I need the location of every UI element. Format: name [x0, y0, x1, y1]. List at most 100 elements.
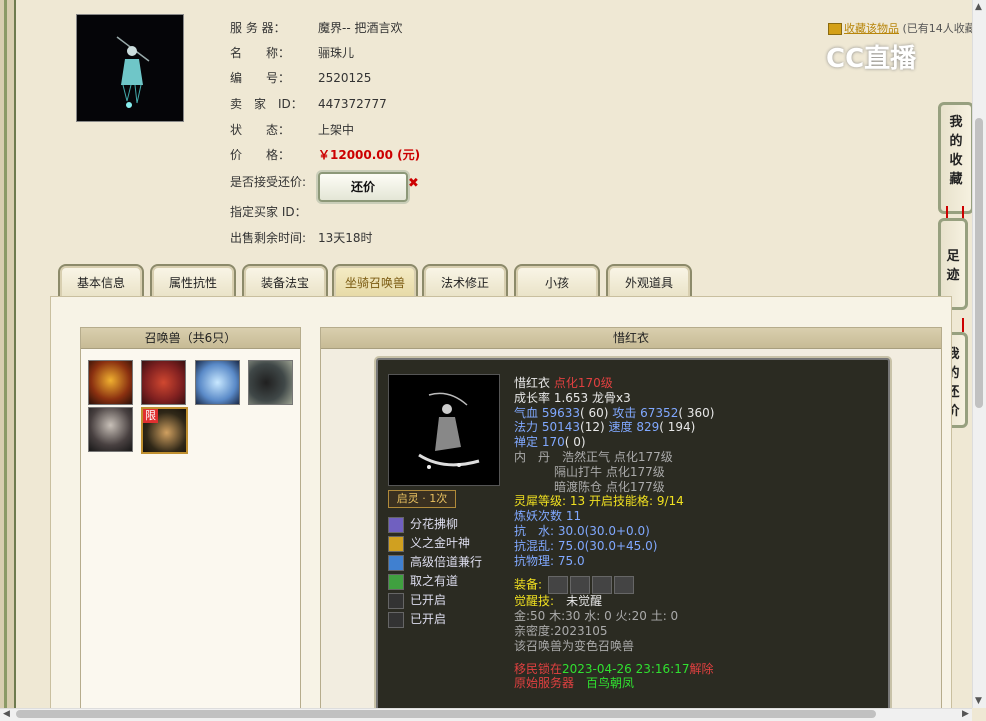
equip-label: 装备: — [514, 577, 543, 592]
page: 服 务 器： 魔界-- 把酒言欢 名 称： 骊珠儿 编 号： 2520125 卖… — [0, 0, 976, 712]
skill-slot-icon — [388, 611, 404, 628]
equip-slot[interactable] — [591, 576, 612, 595]
stat-point: (12) — [580, 420, 605, 435]
neidan-item: 暗渡陈仓 点化177级 — [554, 479, 665, 494]
tab-equipment[interactable]: 装备法宝 — [242, 264, 328, 298]
res-key: 抗混乱: — [514, 538, 555, 553]
equip-slot[interactable] — [569, 576, 590, 595]
bargain-row: 是否接受还价: 还价 ✖ — [230, 172, 430, 202]
stat-key: 气血 — [514, 405, 539, 420]
origin-value: 百鸟朝凤 — [586, 676, 635, 691]
stat-value: 829 — [636, 420, 660, 435]
pet-thumbnail[interactable] — [141, 360, 186, 405]
seller-value: 447372777 — [318, 97, 387, 111]
stat-point: ( 60) — [580, 405, 609, 420]
skill-label: 已开启 — [410, 612, 447, 626]
stat-line: 灵犀等级: 13 开启技能格: 9/14 — [514, 494, 714, 509]
character-image — [77, 15, 183, 121]
side-tab-char: 的 — [949, 134, 963, 149]
stat-line: 惜红衣 点化170级 — [514, 376, 714, 391]
res-value: 75.0(30.0+45.0) — [557, 538, 658, 553]
neidan-item: 浩然正气 点化177级 — [562, 449, 673, 464]
neidan-label: 内 丹 — [514, 449, 551, 464]
lingxi-value: 13 开启技能格: 9/14 — [569, 494, 684, 509]
side-tab-char: 迹 — [946, 268, 960, 283]
bargain-button[interactable]: 还价 — [318, 172, 408, 202]
pet-list-title: 召唤兽（共6只） — [81, 328, 300, 349]
pet-thumbnail[interactable] — [88, 407, 133, 452]
neidan-item: 隔山打牛 点化177级 — [554, 464, 665, 479]
origin-key: 原始服务器 — [514, 676, 575, 691]
skill-item[interactable]: 取之有道 — [388, 573, 458, 590]
status-value: 上架中 — [318, 123, 355, 137]
side-tab-char: 足 — [946, 249, 960, 264]
stat-key: 速度 — [608, 420, 633, 435]
skill-item[interactable]: 已开启 — [388, 592, 446, 609]
res-key: 抗 水: — [514, 523, 555, 538]
side-tab-char: 藏 — [949, 172, 963, 187]
favorite-area: 收藏该物品 (已有14人收藏 — [828, 20, 976, 36]
stat-point: ( 360) — [678, 405, 715, 420]
stat-value: 67352 — [640, 405, 679, 420]
stat-line: 觉醒技: 未觉醒 — [514, 594, 714, 609]
tab-mounts-pets[interactable]: 坐骑召唤兽 — [332, 264, 418, 298]
pet-level: 点化170级 — [553, 376, 613, 390]
pet-name: 惜红衣 — [514, 376, 551, 390]
stat-value: 170 — [541, 435, 565, 450]
name-value: 骊珠儿 — [318, 46, 355, 60]
equip-slot[interactable] — [547, 576, 568, 595]
pet-thumbnail[interactable] — [248, 360, 293, 405]
skill-item[interactable]: 已开启 — [388, 611, 446, 628]
seller-label: 卖 家 ID： — [230, 97, 303, 111]
skill-item[interactable]: 分花拂柳 — [388, 516, 458, 533]
stat-line: 抗混乱: 75.0(30.0+45.0) — [514, 539, 714, 554]
folder-icon — [828, 23, 842, 35]
stat-line: 原始服务器 百鸟朝凤 — [514, 676, 714, 691]
tab-children[interactable]: 小孩 — [514, 264, 600, 298]
qiling-badge: 启灵 · 1次 — [388, 490, 456, 508]
equip-slot[interactable] — [613, 576, 634, 595]
favorite-link[interactable]: 收藏该物品 — [844, 22, 899, 35]
stat-point: ( 194) — [659, 420, 696, 435]
pet-thumbnail[interactable] — [195, 360, 240, 405]
res-key: 抗物理: — [514, 553, 555, 568]
vertical-scroll-thumb[interactable] — [975, 118, 983, 408]
tab-appearance[interactable]: 外观道具 — [606, 264, 692, 298]
pet-stats: 惜红衣 点化170级 成长率 1.653 龙骨x3 气血 59633( 60) … — [514, 376, 714, 691]
side-tab-char: 收 — [949, 153, 963, 168]
skill-item[interactable]: 高级倍道兼行 — [388, 554, 482, 571]
awake-value: 未觉醒 — [566, 594, 603, 609]
id-label: 编 号： — [230, 71, 291, 85]
skill-label: 高级倍道兼行 — [410, 555, 483, 569]
price-value: ￥12000.00 (元) — [318, 148, 421, 162]
skill-slot-icon — [388, 592, 404, 609]
pet-thumbnail[interactable] — [88, 360, 133, 405]
tab-basic-info[interactable]: 基本信息 — [58, 264, 144, 298]
stat-value: 59633 — [541, 405, 581, 420]
scroll-down-icon[interactable]: ▼ — [975, 696, 982, 706]
skill-icon — [388, 554, 404, 571]
close-icon[interactable]: ✖ — [408, 174, 419, 194]
tab-spell-correction[interactable]: 法术修正 — [422, 264, 508, 298]
horizontal-scroll-thumb[interactable] — [16, 710, 876, 718]
scroll-left-icon[interactable]: ◀ — [3, 709, 10, 719]
bargain-label: 是否接受还价: — [230, 175, 307, 189]
pet-detail-title: 惜红衣 — [321, 328, 941, 349]
pet-image — [388, 374, 500, 486]
stat-line: 气血 59633( 60) 攻击 67352( 360) — [514, 406, 714, 421]
skill-item[interactable]: 义之金叶神 — [388, 535, 470, 552]
skill-icon — [388, 573, 404, 590]
pet-card: 启灵 · 1次 分花拂柳 义之金叶神 高级倍道兼行 取之有道 已开启 已开启 惜… — [376, 358, 890, 712]
stat-line: 移民锁在2023-04-26 23:16:17解除 — [514, 662, 714, 677]
skill-icon — [388, 535, 404, 552]
server-label: 服 务 器： — [230, 21, 286, 35]
side-tab-my-favorites[interactable]: 我 的 收 藏 — [938, 102, 974, 214]
scroll-right-icon[interactable]: ▶ — [962, 709, 969, 719]
stat-line: 抗 水: 30.0(30.0+0.0) — [514, 524, 714, 539]
pet-thumbnail-selected[interactable]: 限 — [141, 407, 188, 454]
tab-attributes[interactable]: 属性抗性 — [150, 264, 236, 298]
scroll-up-icon[interactable]: ▲ — [975, 2, 982, 12]
remain-label: 出售剩余时间: — [230, 231, 307, 245]
